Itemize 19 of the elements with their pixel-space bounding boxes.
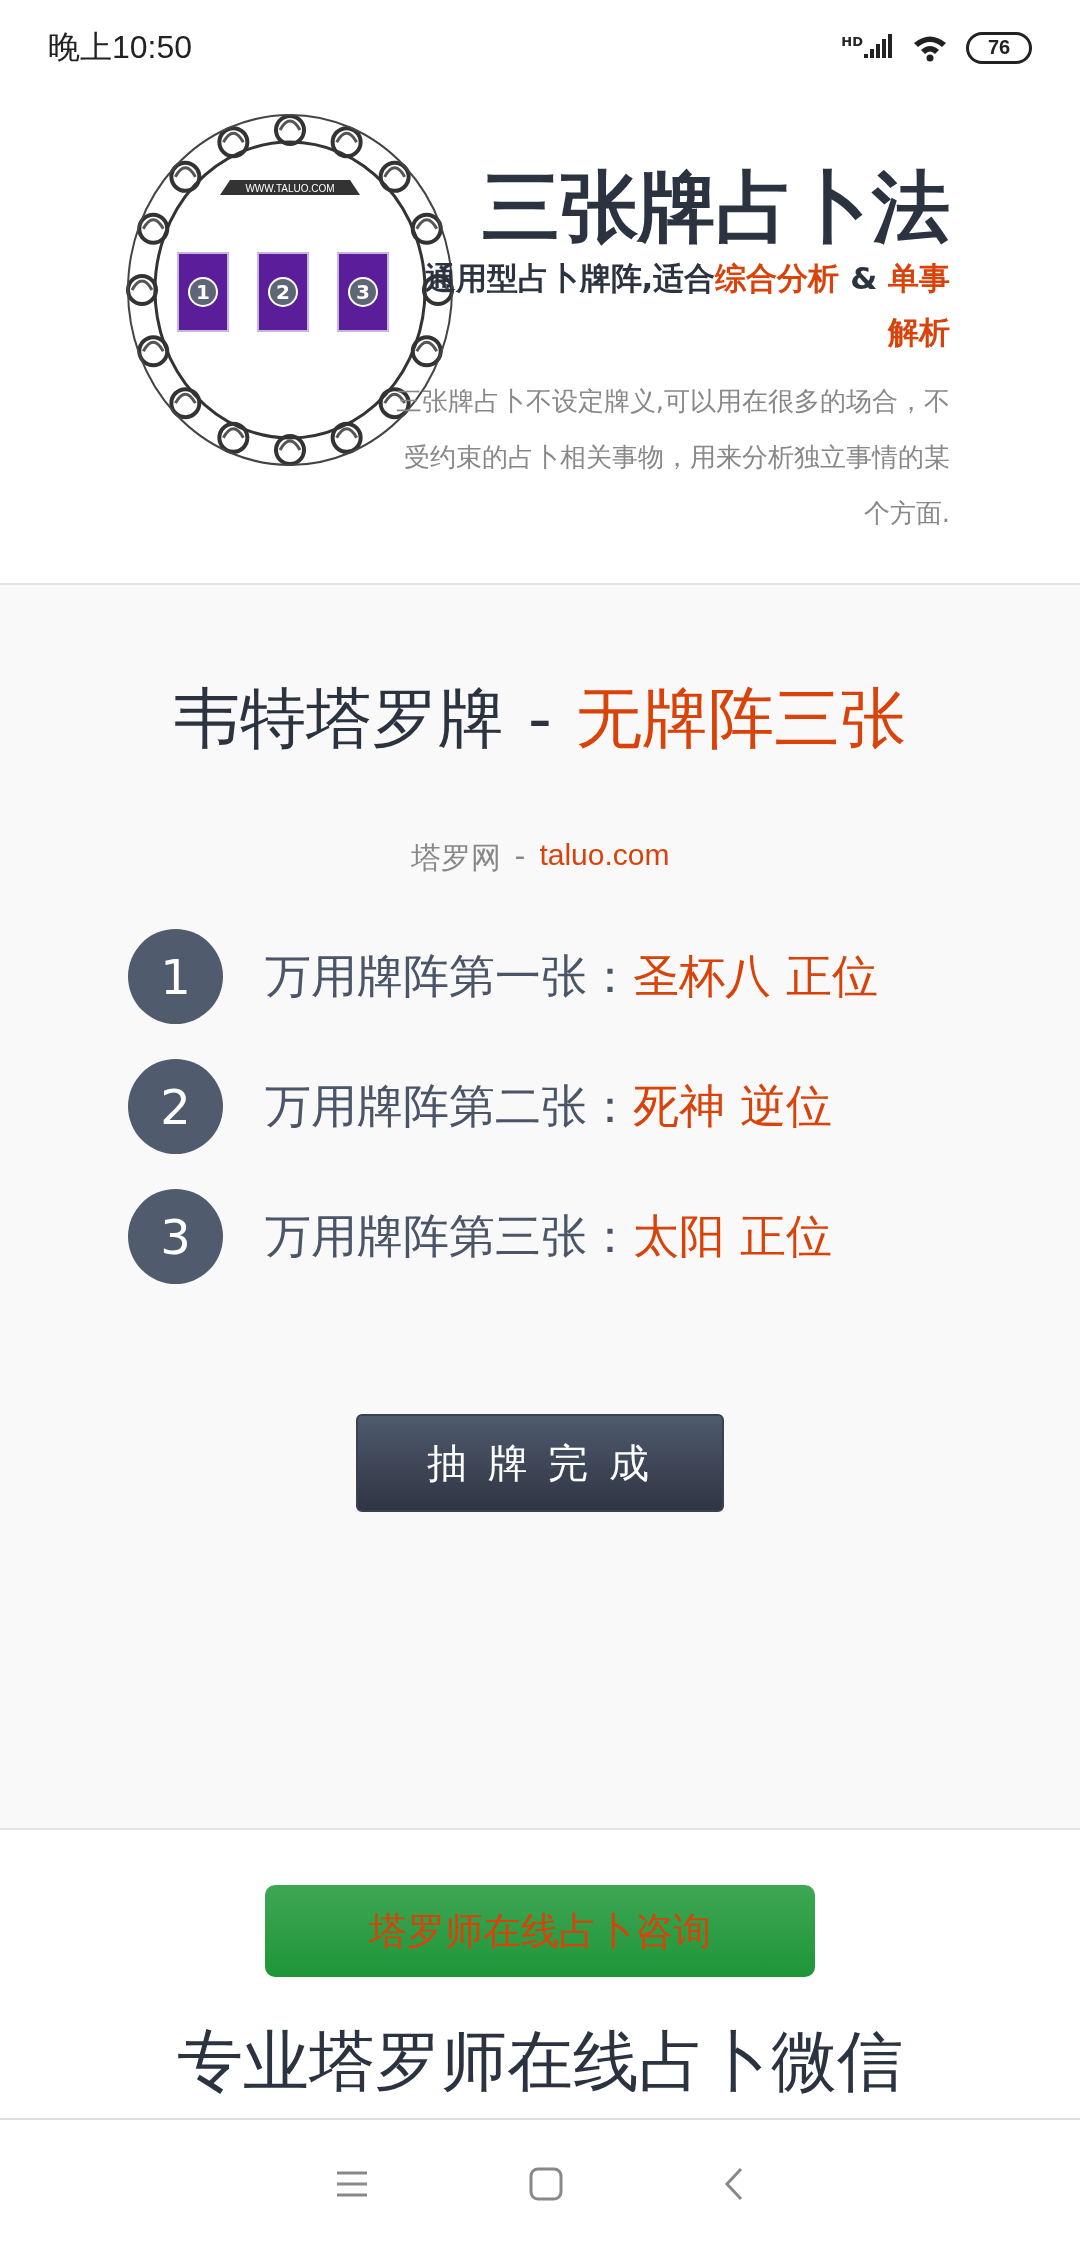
source-separator: - bbox=[514, 838, 526, 875]
card-result: 万用牌阵第一张：圣杯八 正位 bbox=[265, 947, 878, 1005]
number-badge: 2 bbox=[128, 1059, 223, 1154]
card-result: 万用牌阵第二张：死神 逆位 bbox=[265, 1077, 832, 1135]
battery-icon: 76 bbox=[966, 31, 1032, 64]
network-label: HD bbox=[841, 33, 863, 49]
done-button[interactable]: 抽 牌 完 成 bbox=[356, 1414, 724, 1512]
back-icon[interactable] bbox=[723, 2167, 745, 2201]
source-link[interactable]: taluo.com bbox=[539, 838, 670, 879]
reading-heading: 韦特塔罗牌 - 无牌阵三张 bbox=[173, 679, 907, 759]
home-icon[interactable] bbox=[529, 2167, 563, 2201]
page-title: 三张牌占卜法 bbox=[482, 165, 950, 251]
status-time: 晚上10:50 bbox=[48, 27, 193, 67]
number-badge: 3 bbox=[128, 1189, 223, 1284]
card-result: 万用牌阵第三张：太阳 正位 bbox=[265, 1207, 832, 1265]
section-heading: 专业塔罗师在线占卜微信 bbox=[177, 2022, 903, 2102]
number-badge: 1 bbox=[128, 929, 223, 1024]
source-site: 塔罗网 bbox=[410, 839, 501, 877]
menu-icon[interactable] bbox=[335, 2170, 369, 2198]
